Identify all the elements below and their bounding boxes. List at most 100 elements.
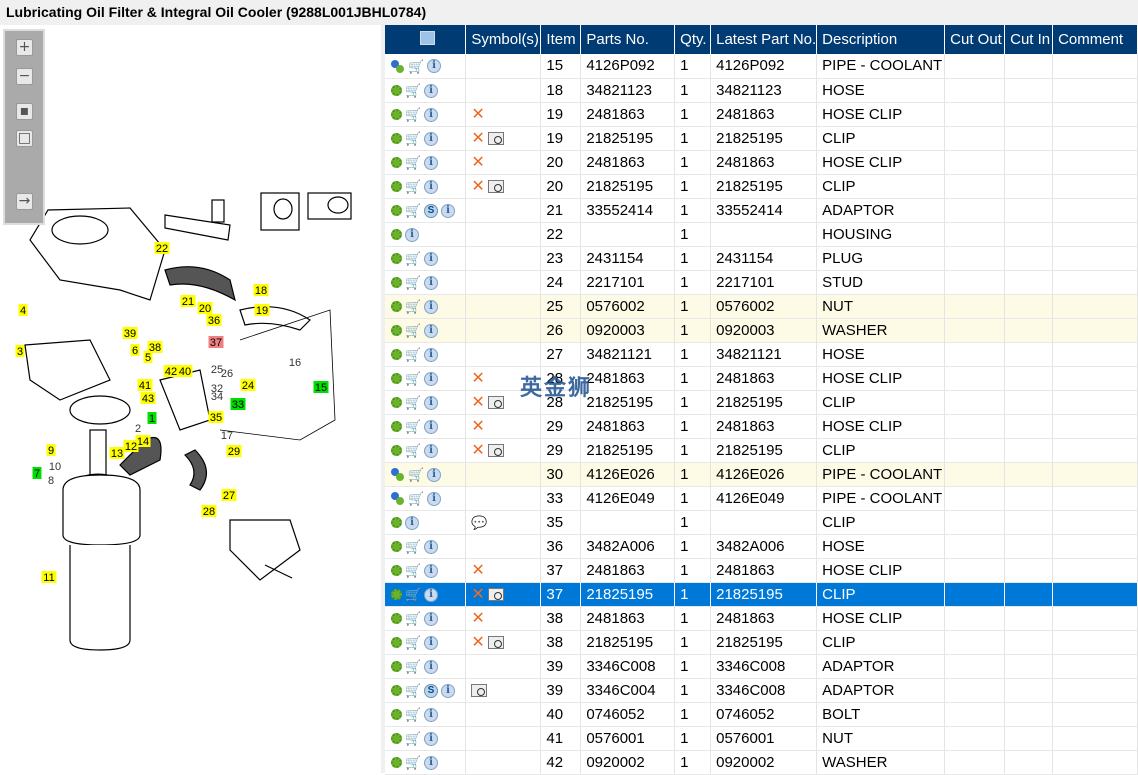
- fit-all-button[interactable]: ▪: [16, 103, 33, 120]
- info-icon[interactable]: i: [441, 203, 455, 218]
- cart-icon[interactable]: 🛒: [405, 708, 421, 721]
- cut-out-cell[interactable]: [944, 606, 1006, 631]
- comment-cell[interactable]: [1052, 630, 1138, 655]
- quantity-cell[interactable]: 1: [674, 582, 712, 607]
- callout-9[interactable]: 9: [48, 445, 54, 457]
- cart-icon[interactable]: 🛒: [405, 324, 421, 337]
- item-cell[interactable]: 33: [540, 486, 582, 511]
- latest-part-number-cell[interactable]: 2481863: [710, 102, 818, 127]
- quantity-cell[interactable]: 1: [674, 678, 712, 703]
- description-cell[interactable]: CLIP: [816, 630, 946, 655]
- column-header[interactable]: Cut Out: [944, 25, 1006, 54]
- table-row[interactable]: 🛒 i ✕ 28 21825195 1 21825195 CLIP: [385, 390, 1138, 415]
- cut-out-cell[interactable]: [944, 198, 1006, 223]
- quantity-cell[interactable]: 1: [674, 390, 712, 415]
- latest-part-number-cell[interactable]: [710, 222, 818, 247]
- info-icon[interactable]: i: [405, 515, 419, 530]
- quantity-cell[interactable]: 1: [674, 414, 712, 439]
- cut-in-cell[interactable]: [1004, 54, 1054, 79]
- quantity-cell[interactable]: 1: [674, 294, 712, 319]
- item-cell[interactable]: 29: [540, 438, 582, 463]
- callout-35[interactable]: 35: [210, 412, 222, 424]
- quantity-cell[interactable]: 1: [674, 246, 712, 271]
- quantity-cell[interactable]: 1: [674, 606, 712, 631]
- gear-icon[interactable]: [391, 181, 402, 193]
- quantity-cell[interactable]: 1: [674, 198, 712, 223]
- cut-in-cell[interactable]: [1004, 558, 1054, 583]
- table-row[interactable]: 🛒 Si 39 3346C004 1 3346C008 ADAPTOR: [385, 678, 1138, 703]
- comment-cell[interactable]: [1052, 102, 1138, 127]
- table-row[interactable]: 🛒 i 24 2217101 1 2217101 STUD: [385, 270, 1138, 295]
- info-icon[interactable]: i: [424, 371, 438, 386]
- quantity-cell[interactable]: 1: [674, 630, 712, 655]
- description-cell[interactable]: CLIP: [816, 510, 946, 535]
- cut-in-cell[interactable]: [1004, 534, 1054, 559]
- comment-cell[interactable]: [1052, 726, 1138, 751]
- gear-icon[interactable]: [391, 613, 402, 625]
- info-icon[interactable]: i: [424, 443, 438, 458]
- book-search-icon[interactable]: [471, 684, 488, 698]
- latest-part-number-cell[interactable]: 2481863: [710, 606, 818, 631]
- callout-14[interactable]: 14: [137, 436, 149, 448]
- part-number-cell[interactable]: 2481863: [580, 102, 676, 127]
- cut-out-cell[interactable]: [944, 414, 1006, 439]
- table-row[interactable]: 🛒 i 26 0920003 1 0920003 WASHER: [385, 318, 1138, 343]
- column-header[interactable]: Cut In: [1004, 25, 1054, 54]
- description-cell[interactable]: NUT: [816, 294, 946, 319]
- table-row[interactable]: 🛒 i ✕ 38 21825195 1 21825195 CLIP: [385, 630, 1138, 655]
- info-icon[interactable]: i: [424, 563, 438, 578]
- quantity-cell[interactable]: 1: [674, 318, 712, 343]
- comment-cell[interactable]: [1052, 534, 1138, 559]
- callout-22[interactable]: 22: [156, 243, 168, 255]
- item-cell[interactable]: 19: [540, 102, 582, 127]
- cut-out-cell[interactable]: [944, 294, 1006, 319]
- description-cell[interactable]: HOSE: [816, 78, 946, 103]
- cut-out-cell[interactable]: [944, 366, 1006, 391]
- item-cell[interactable]: 39: [540, 654, 582, 679]
- info-icon[interactable]: i: [424, 131, 438, 146]
- callout-18[interactable]: 18: [255, 285, 267, 297]
- cut-in-cell[interactable]: [1004, 342, 1054, 367]
- part-number-cell[interactable]: 2481863: [580, 150, 676, 175]
- part-number-cell[interactable]: 0576002: [580, 294, 676, 319]
- cut-in-cell[interactable]: [1004, 438, 1054, 463]
- part-number-cell[interactable]: 21825195: [580, 126, 676, 151]
- info-icon[interactable]: i: [424, 611, 438, 626]
- table-row[interactable]: 🛒 i ✕ 29 2481863 1 2481863 HOSE CLIP: [385, 414, 1138, 439]
- part-number-cell[interactable]: 0920003: [580, 318, 676, 343]
- quantity-cell[interactable]: 1: [674, 654, 712, 679]
- cart-icon[interactable]: 🛒: [405, 204, 421, 217]
- cart-icon[interactable]: 🛒: [405, 636, 421, 649]
- part-number-cell[interactable]: 2481863: [580, 366, 676, 391]
- callout-26[interactable]: 26: [221, 368, 233, 380]
- quantity-cell[interactable]: 1: [674, 78, 712, 103]
- comment-cell[interactable]: [1052, 558, 1138, 583]
- cart-icon[interactable]: 🛒: [405, 444, 421, 457]
- cut-in-cell[interactable]: [1004, 702, 1054, 727]
- item-cell[interactable]: 20: [540, 150, 582, 175]
- cut-out-cell[interactable]: [944, 438, 1006, 463]
- cart-icon[interactable]: 🛒: [408, 60, 424, 73]
- search-parts-icon[interactable]: [420, 30, 436, 45]
- cart-icon[interactable]: 🛒: [405, 732, 421, 745]
- part-number-cell[interactable]: 4126E026: [580, 462, 676, 487]
- gear-icon[interactable]: [391, 565, 402, 577]
- item-cell[interactable]: 28: [540, 390, 582, 415]
- quantity-cell[interactable]: 1: [674, 702, 712, 727]
- cut-out-cell[interactable]: [944, 222, 1006, 247]
- comment-cell[interactable]: [1052, 174, 1138, 199]
- cut-out-cell[interactable]: [944, 246, 1006, 271]
- gear-icon[interactable]: [391, 709, 402, 721]
- item-cell[interactable]: 37: [540, 558, 582, 583]
- table-row[interactable]: 🛒 i ✕ 38 2481863 1 2481863 HOSE CLIP: [385, 606, 1138, 631]
- cart-icon[interactable]: 🛒: [408, 468, 424, 481]
- quantity-cell[interactable]: 1: [674, 54, 712, 79]
- comment-cell[interactable]: [1052, 414, 1138, 439]
- table-row[interactable]: 🛒 i 33 4126E049 1 4126E049 PIPE - COOLANT: [385, 486, 1138, 511]
- part-number-cell[interactable]: 4126E049: [580, 486, 676, 511]
- gear-icon[interactable]: [391, 277, 402, 289]
- column-header[interactable]: Qty.: [674, 25, 712, 54]
- gear-icon[interactable]: [391, 661, 402, 673]
- part-number-cell[interactable]: 2217101: [580, 270, 676, 295]
- comment-cell[interactable]: [1052, 318, 1138, 343]
